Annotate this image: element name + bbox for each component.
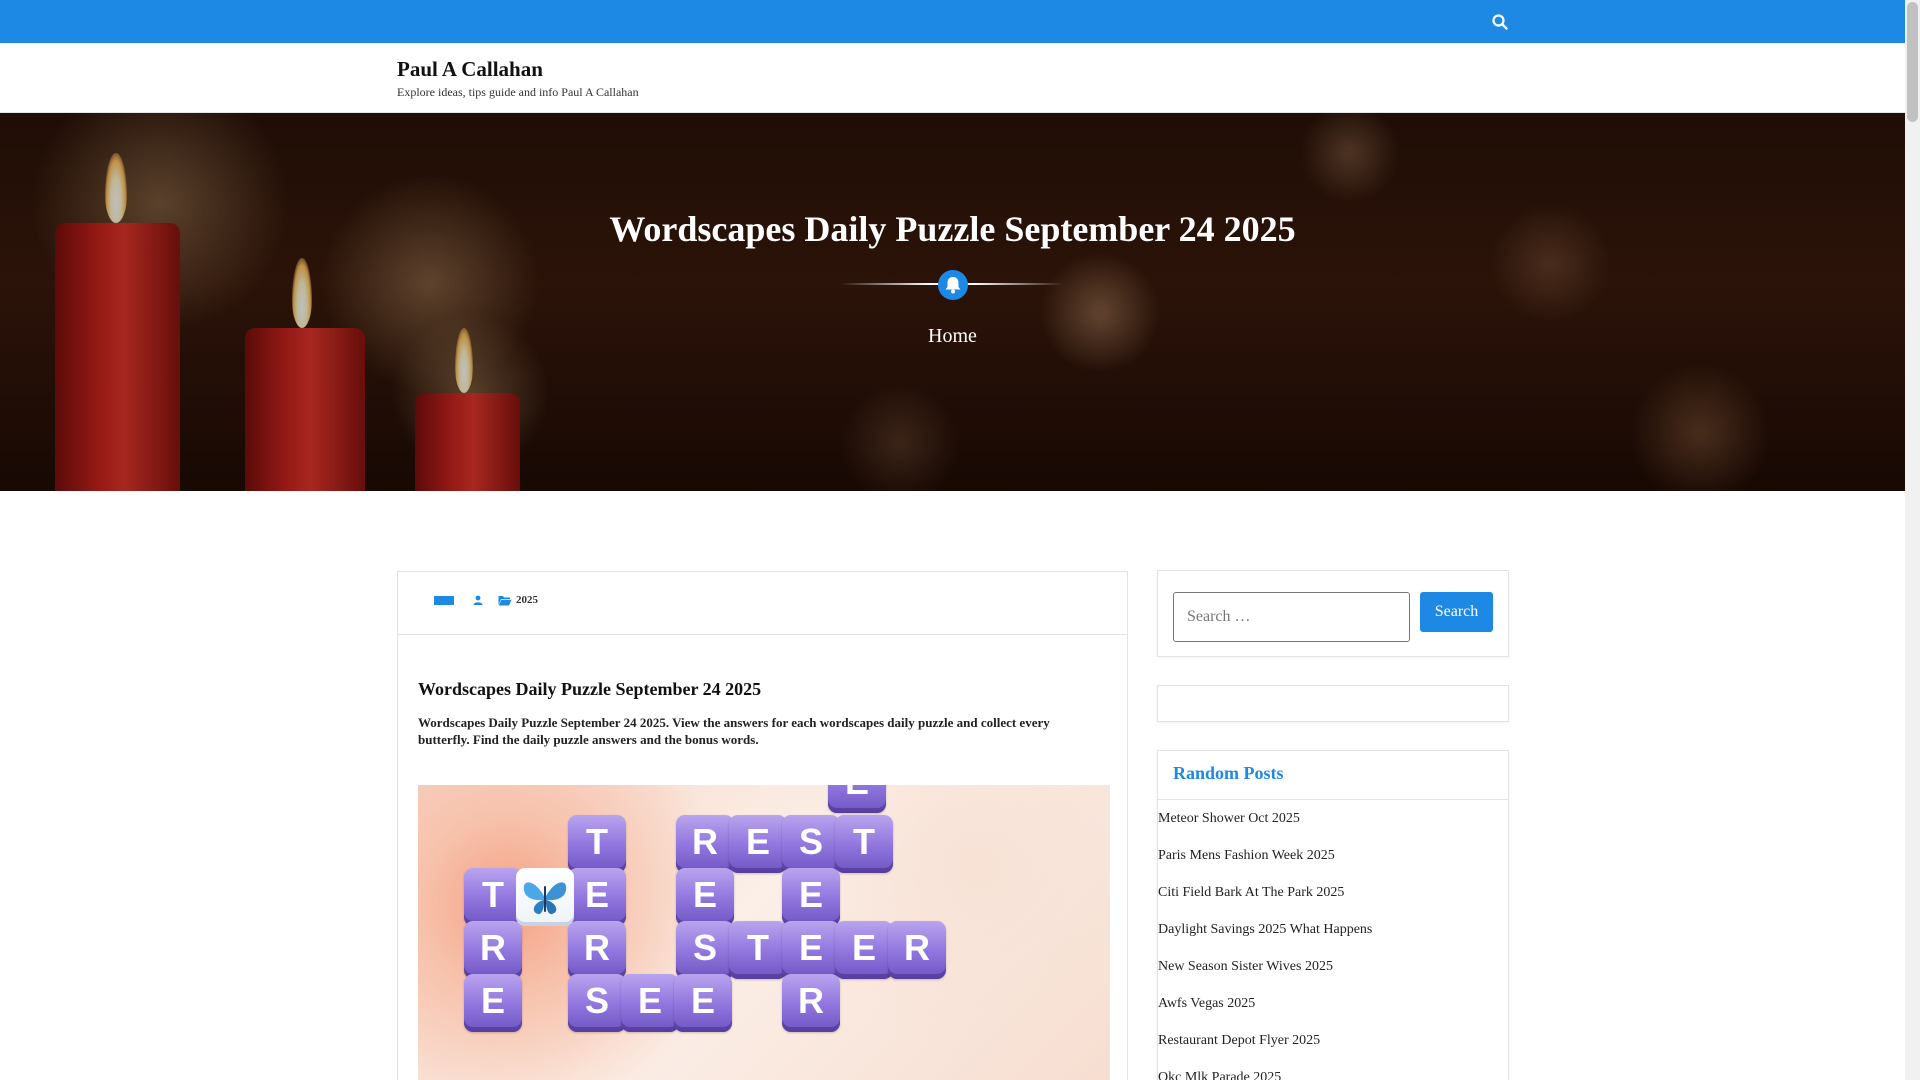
widget-header: Random Posts	[1158, 751, 1508, 800]
page-title: Wordscapes Daily Puzzle September 24 202…	[609, 209, 1296, 249]
random-post-link[interactable]: Citi Field Bark At The Park 2025	[1158, 874, 1508, 911]
folder-open-icon[interactable]	[498, 595, 512, 606]
puzzle-letter-tile: E	[782, 921, 840, 979]
puzzle-letter-tile: R	[888, 921, 946, 979]
search-widget: Search	[1157, 570, 1509, 657]
puzzle-letter-tile: T	[835, 815, 893, 873]
puzzle-letter-tile: E	[782, 868, 840, 926]
random-post-link[interactable]: Meteor Shower Oct 2025	[1158, 800, 1508, 837]
top-bar	[0, 0, 1905, 43]
search-icon[interactable]	[1491, 13, 1509, 31]
post-card: 2025 Wordscapes Daily Puzzle September 2…	[397, 571, 1128, 1080]
puzzle-letter-tile: E	[568, 868, 626, 926]
puzzle-letter-tile: E	[674, 974, 732, 1032]
puzzle-letter-tile: S	[782, 815, 840, 873]
wordscapes-puzzle-image: ETRESTTEEERRSTEERESEER	[418, 785, 1110, 1080]
post-meta: 2025	[398, 572, 1127, 635]
post-title[interactable]: Wordscapes Daily Puzzle September 24 202…	[418, 679, 761, 700]
puzzle-letter-tile: T	[729, 921, 787, 979]
random-post-link[interactable]: Paris Mens Fashion Week 2025	[1158, 837, 1508, 874]
puzzle-letter-tile: E	[676, 868, 734, 926]
search-button[interactable]: Search	[1420, 592, 1493, 632]
calendar-icon[interactable]	[434, 596, 454, 605]
puzzle-letter-tile: E	[828, 785, 886, 813]
random-post-link[interactable]: New Season Sister Wives 2025	[1158, 948, 1508, 985]
puzzle-letter-tile: R	[676, 815, 734, 873]
puzzle-letter-tile: R	[782, 974, 840, 1032]
random-posts-widget: Random Posts Meteor Shower Oct 2025 Pari…	[1157, 750, 1509, 1080]
empty-widget	[1157, 685, 1509, 722]
post-category-link[interactable]: 2025	[516, 594, 538, 606]
puzzle-letter-tile: E	[835, 921, 893, 979]
site-header: Paul A Callahan Explore ideas, tips guid…	[0, 43, 1905, 113]
user-icon[interactable]	[473, 595, 483, 605]
butterfly-icon	[516, 868, 574, 926]
bell-icon	[938, 270, 968, 300]
puzzle-letter-tile: R	[464, 921, 522, 979]
hero-banner: Wordscapes Daily Puzzle September 24 202…	[0, 113, 1905, 491]
site-title[interactable]: Paul A Callahan	[397, 57, 543, 82]
site-description: Explore ideas, tips guide and info Paul …	[397, 85, 639, 99]
page-scrollbar[interactable]	[1905, 0, 1920, 1080]
random-post-link[interactable]: Awfs Vegas 2025	[1158, 985, 1508, 1022]
puzzle-letter-tile: T	[568, 815, 626, 873]
puzzle-letter-tile: E	[464, 974, 522, 1032]
random-post-link[interactable]: Okc Mlk Parade 2025	[1158, 1059, 1508, 1080]
puzzle-letter-tile: E	[621, 974, 679, 1032]
puzzle-letter-tile: T	[464, 868, 522, 926]
breadcrumb-home[interactable]: Home	[0, 325, 1905, 348]
puzzle-letter-tile: E	[729, 815, 787, 873]
random-posts-list: Meteor Shower Oct 2025 Paris Mens Fashio…	[1158, 800, 1508, 1080]
random-post-link[interactable]: Daylight Savings 2025 What Happens	[1158, 911, 1508, 948]
random-posts-heading: Random Posts	[1173, 763, 1284, 783]
scrollbar-thumb[interactable]	[1907, 2, 1918, 122]
random-post-link[interactable]: Restaurant Depot Flyer 2025	[1158, 1022, 1508, 1059]
puzzle-letter-tile: S	[676, 921, 734, 979]
puzzle-letter-tile: S	[568, 974, 626, 1032]
post-excerpt: Wordscapes Daily Puzzle September 24 202…	[418, 715, 1050, 747]
hero-overlay	[0, 113, 1905, 491]
puzzle-letter-tile: R	[568, 921, 626, 979]
search-input[interactable]	[1173, 592, 1410, 642]
